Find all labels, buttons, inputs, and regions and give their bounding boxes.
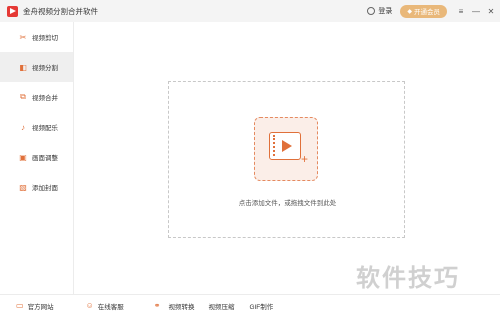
vip-button[interactable]: ◆ 开通会员 [400, 4, 447, 18]
add-file-button[interactable]: + [254, 117, 318, 181]
login-button[interactable]: 登录 [367, 6, 392, 16]
app-title: 金舟视频分割合并软件 [23, 6, 98, 16]
sidebar-item-label: 画面调整 [32, 155, 58, 162]
cover-icon: ▧ [19, 182, 27, 192]
sidebar-item-cover[interactable]: ▧ 添加封面 [0, 172, 73, 202]
sidebar-item-adjust[interactable]: ▣ 画面调整 [0, 142, 73, 172]
sidebar-item-label: 视频配乐 [32, 125, 58, 132]
main-panel: + 点击添加文件，或拖拽文件到此处 [75, 22, 500, 294]
sidebar-item-label: 视频分割 [32, 65, 58, 72]
gif-label: GIF制作 [249, 303, 274, 311]
diamond-icon: ◆ [407, 8, 412, 15]
title-actions: 登录 ◆ 开通会员 ≡ — ✕ [367, 0, 500, 22]
monitor-icon: ▭ [16, 301, 24, 310]
convert-link[interactable]: ⚭ 视频转换 [154, 301, 195, 311]
adjust-icon: ▣ [19, 152, 27, 162]
music-icon: ♪ [21, 122, 25, 132]
app-logo [7, 5, 18, 17]
support-label: 在线客服 [97, 303, 124, 311]
compress-label: 视频压缩 [208, 303, 235, 311]
bottom-bar: ▭ 官方网站 ☺ 在线客服 ⚭ 视频转换 视频压缩 GIF制作 [0, 294, 500, 316]
sidebar-item-merge[interactable]: ⧉ 视频合并 [0, 82, 73, 112]
support-link[interactable]: ☺ 在线客服 [86, 301, 124, 311]
close-icon[interactable]: ✕ [485, 7, 497, 16]
sidebar-item-label: 视频剪切 [32, 35, 58, 42]
sidebar-item-label: 添加封面 [32, 185, 58, 192]
compress-link[interactable]: 视频压缩 [208, 301, 234, 311]
user-icon [367, 7, 376, 15]
convert-label: 视频转换 [168, 303, 195, 311]
split-icon: ◧ [19, 62, 27, 72]
sidebar-item-label: 视频合并 [32, 95, 58, 102]
vip-label: 开通会员 [414, 9, 440, 16]
minimize-icon[interactable]: — [470, 7, 482, 16]
merge-icon: ⧉ [20, 92, 26, 101]
sidebar: ✂ 视频剪切 ◧ 视频分割 ⧉ 视频合并 ♪ 视频配乐 ▣ 画面调整 ▧ 添加封… [0, 22, 74, 294]
link-icon: ⚭ [153, 301, 161, 310]
login-label: 登录 [378, 8, 393, 15]
sidebar-item-split[interactable]: ◧ 视频分割 [0, 52, 73, 82]
website-link[interactable]: ▭ 官方网站 [16, 301, 54, 311]
scissors-icon: ✂ [19, 32, 27, 42]
menu-icon[interactable]: ≡ [455, 7, 467, 16]
gif-link[interactable]: GIF制作 [249, 301, 273, 311]
headset-icon: ☺ [85, 301, 94, 310]
sidebar-item-cut[interactable]: ✂ 视频剪切 [0, 22, 73, 52]
plus-icon: + [301, 152, 309, 166]
file-drop-zone[interactable]: + 点击添加文件，或拖拽文件到此处 [168, 81, 405, 238]
sidebar-item-music[interactable]: ♪ 视频配乐 [0, 112, 73, 142]
watermark: 软件技巧 [356, 264, 460, 292]
title-bar: 金舟视频分割合并软件 登录 ◆ 开通会员 ≡ — ✕ [0, 0, 500, 22]
video-file-icon [269, 132, 301, 160]
website-label: 官方网站 [27, 303, 54, 311]
drop-hint-text: 点击添加文件，或拖拽文件到此处 [238, 200, 337, 207]
play-icon [282, 140, 292, 152]
